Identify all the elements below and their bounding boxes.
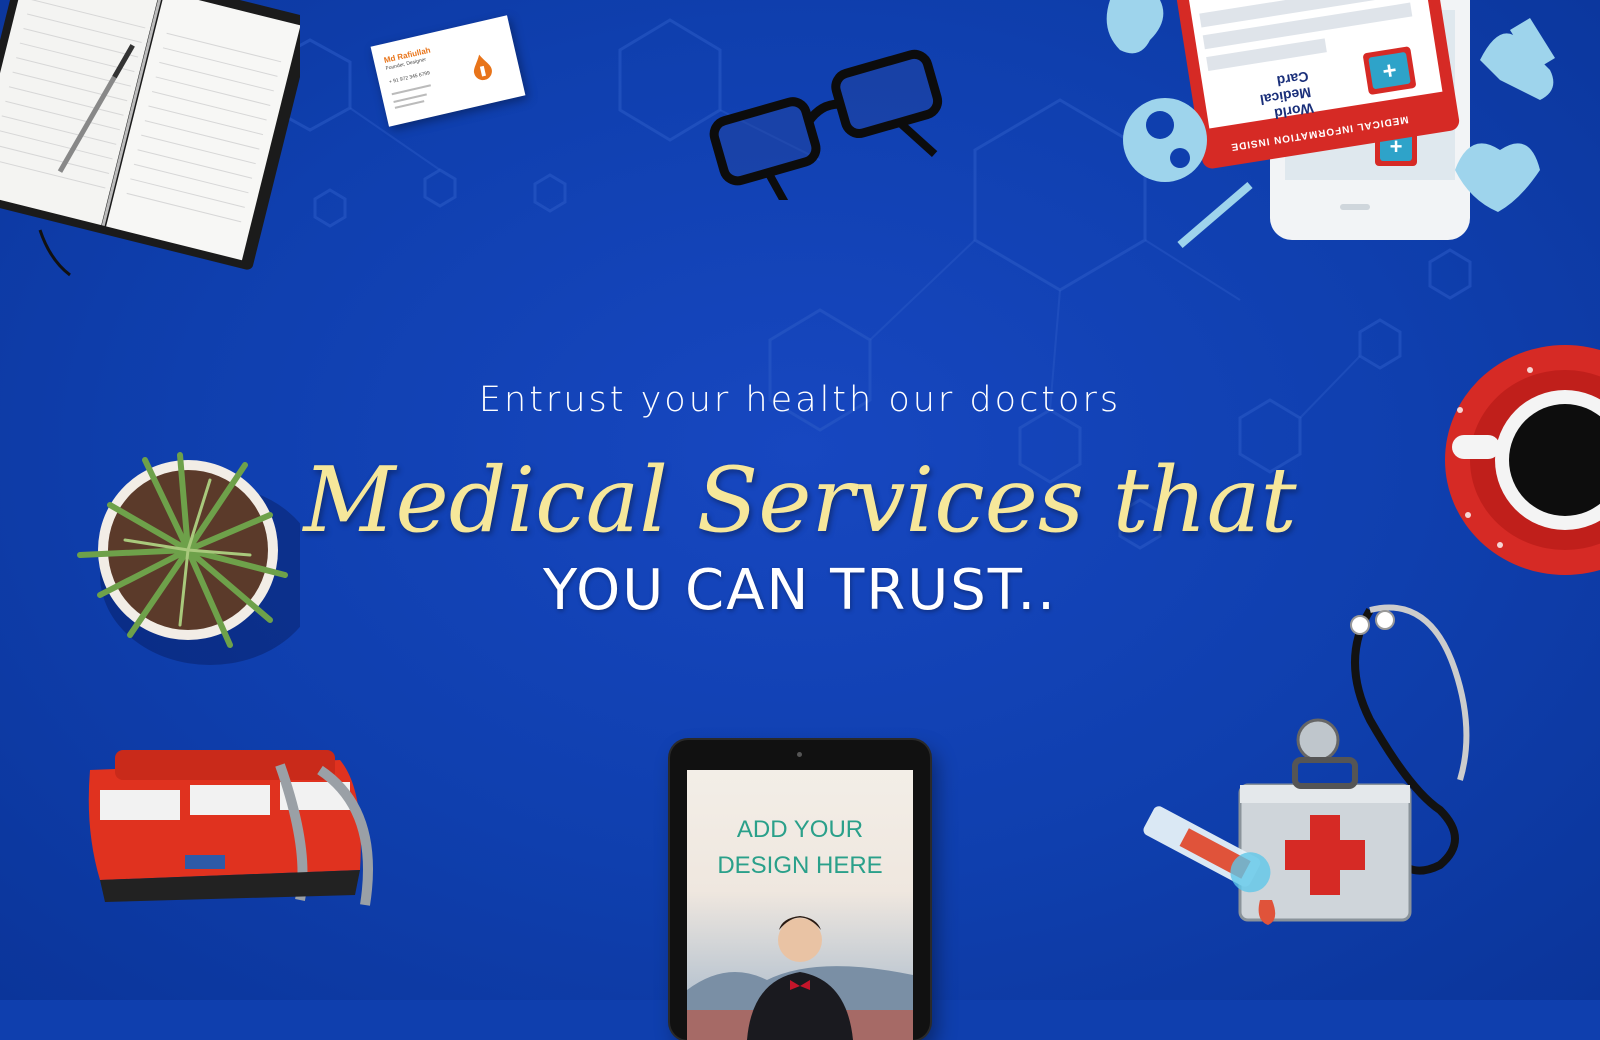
hero-subline: YOU CAN TRUST.. bbox=[543, 558, 1057, 623]
medical-card-phone-illustration: + + World Medical Card MEDICAL INFORMATI… bbox=[1106, 0, 1555, 249]
tablet-placeholder-line-2: DESIGN HERE bbox=[717, 852, 883, 879]
notebook-illustration bbox=[0, 0, 300, 277]
medical-kit-illustration bbox=[1143, 604, 1470, 925]
hero-headline: Medical Services that bbox=[303, 448, 1297, 553]
business-card-phone: + 91 972 345 6799 bbox=[388, 70, 431, 86]
tablet-mockup: ADD YOUR DESIGN HERE bbox=[670, 740, 930, 1040]
hero-tagline: Entrust your health our doctors bbox=[478, 380, 1122, 420]
man-photo bbox=[687, 916, 913, 1040]
tablet-placeholder-line-1: ADD YOUR bbox=[736, 816, 864, 843]
tablet-camera bbox=[797, 752, 802, 757]
emergency-bag-illustration bbox=[88, 750, 373, 906]
eyeglasses-illustration bbox=[709, 49, 943, 200]
drop-logo-icon bbox=[473, 54, 492, 81]
